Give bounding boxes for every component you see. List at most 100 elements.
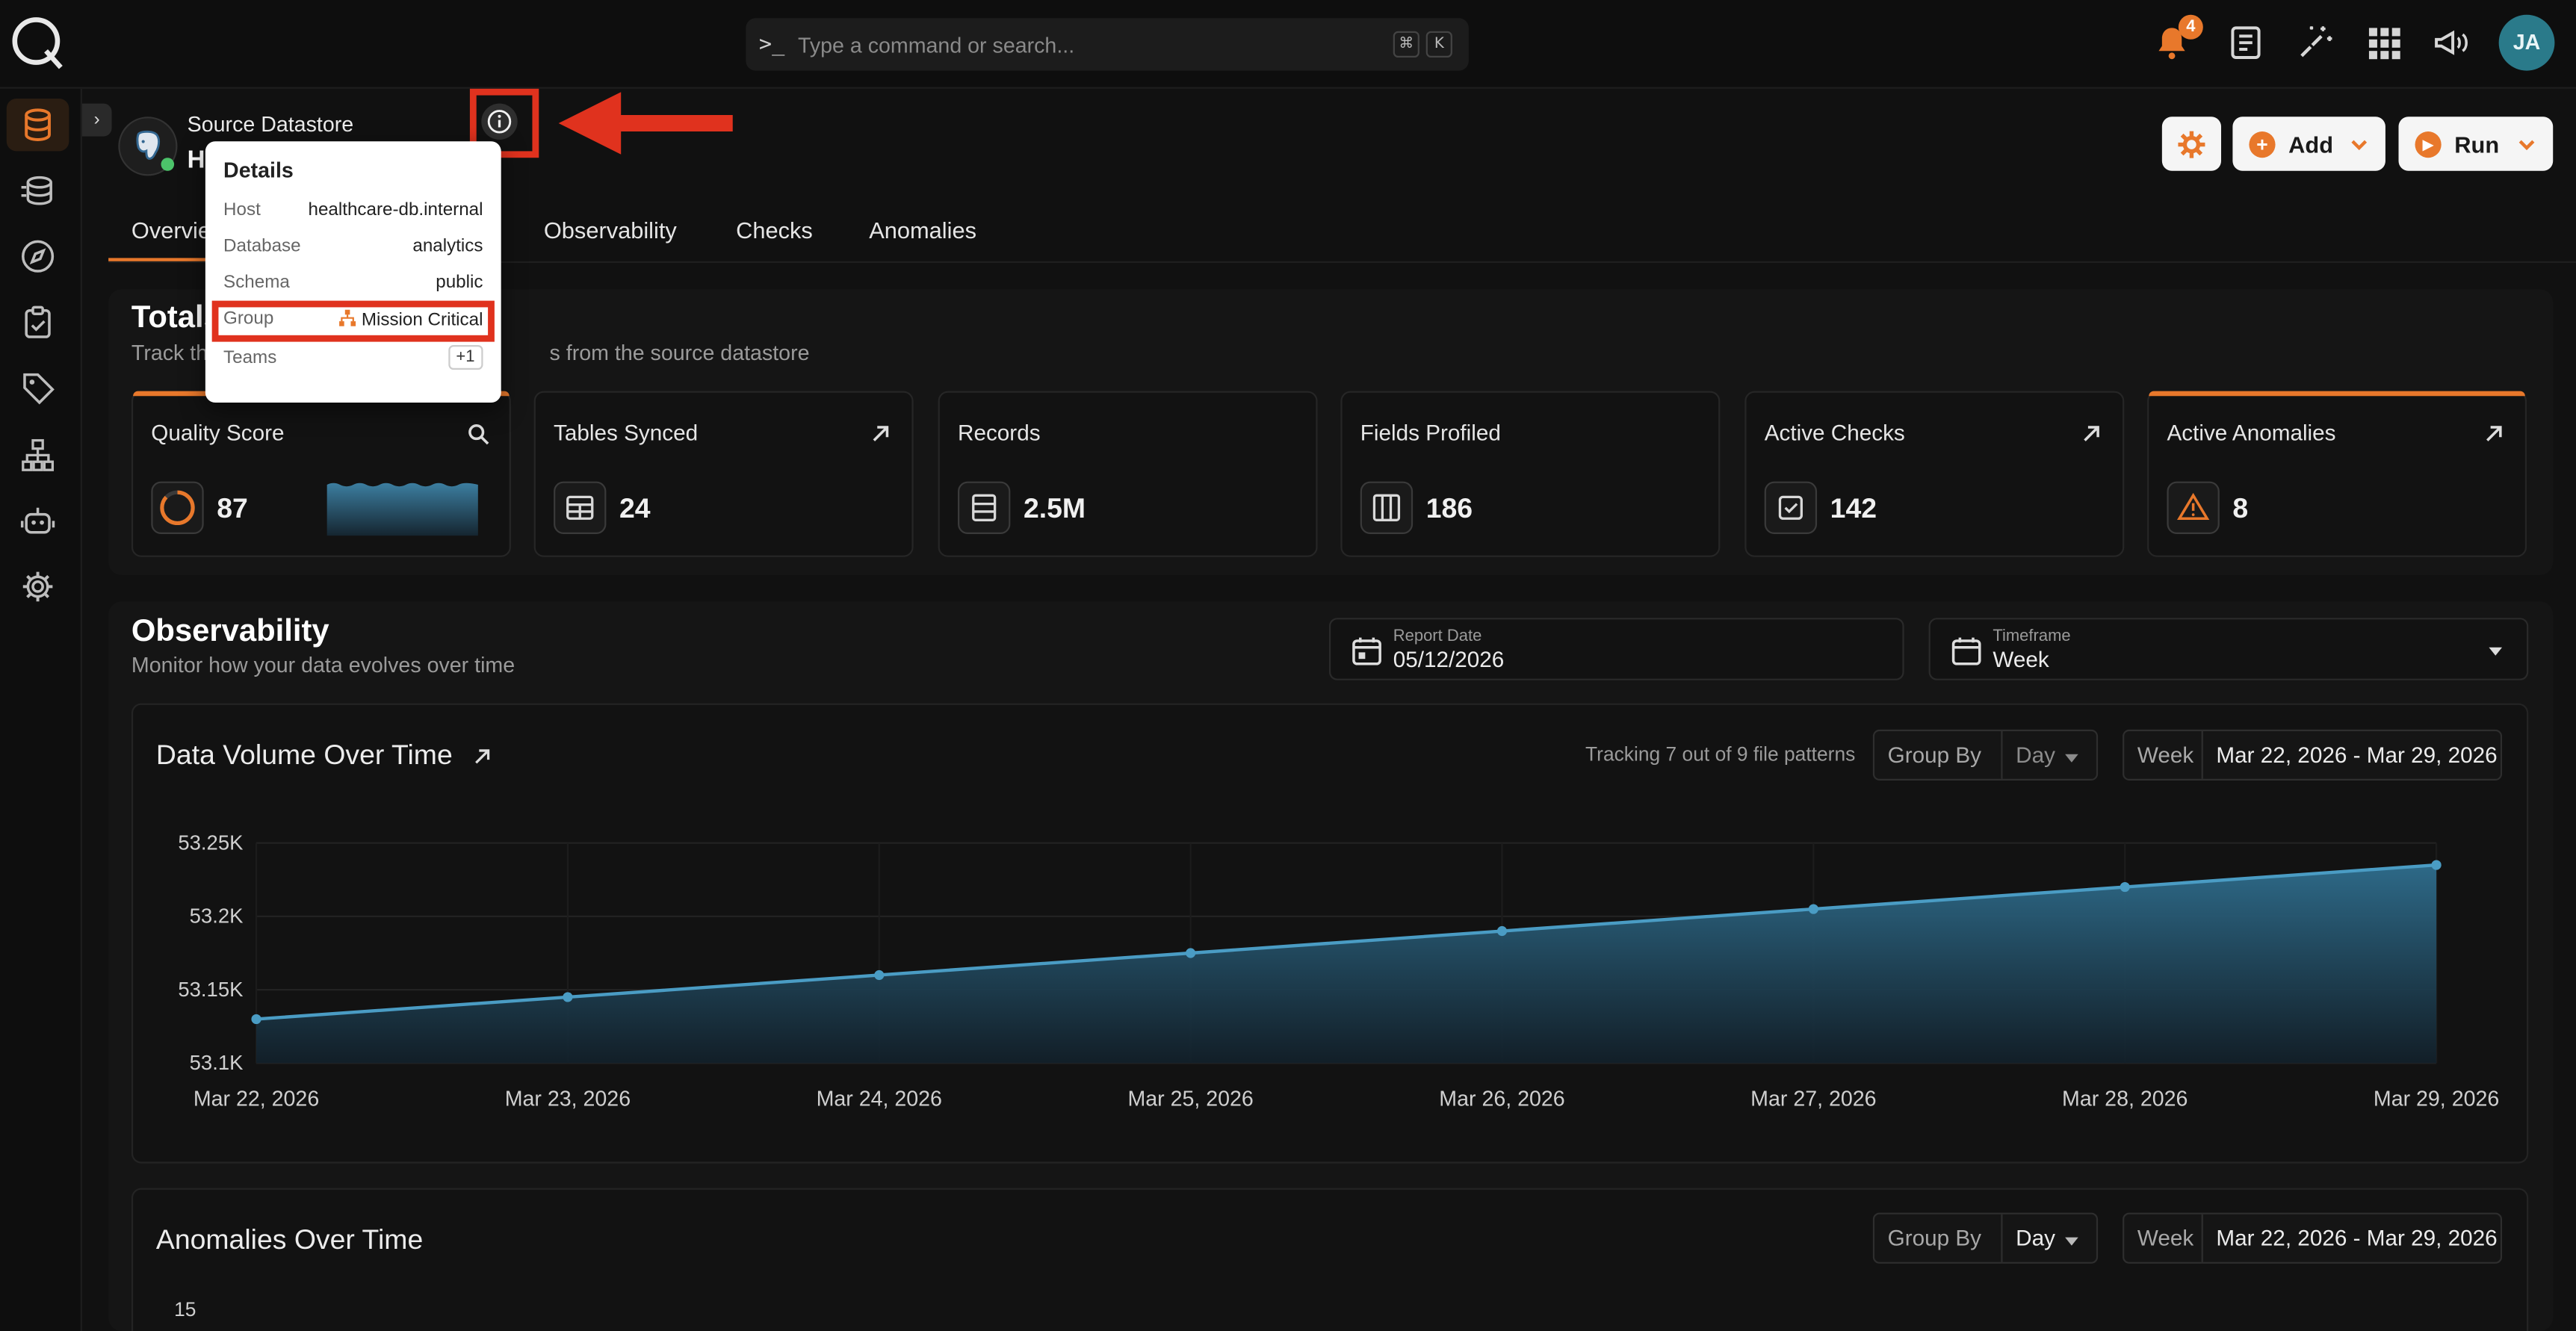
anomalies-group-by-select[interactable]: Group By Day: [1872, 1212, 2099, 1264]
details-key: Host: [223, 200, 261, 220]
chart-data-point[interactable]: [1808, 904, 1818, 914]
chart-data-point[interactable]: [1186, 948, 1196, 958]
chart-x-axis: Mar 22, 2026 Mar 23, 2026 Mar 24, 2026 Mar …: [193, 1088, 2499, 1111]
chart-data-point[interactable]: [563, 992, 573, 1002]
check-square-icon: [1764, 481, 1818, 534]
add-button[interactable]: + Add: [2232, 117, 2385, 171]
chart-data-point[interactable]: [251, 1014, 261, 1025]
kbd-k: K: [1425, 31, 1452, 58]
anomalies-week-range-picker[interactable]: Week Mar 22, 2026 - Mar 29, 2026: [2123, 1212, 2503, 1264]
arrow-up-right-icon[interactable]: [2080, 422, 2103, 445]
chart-x-tick-label: Mar 26, 2026: [1439, 1088, 1564, 1111]
timeframe-value: Week: [1993, 647, 2049, 672]
card-value: 142: [1830, 493, 1877, 524]
arrow-up-right-icon[interactable]: [869, 422, 892, 445]
week-range-value: Mar 22, 2026 - Mar 29, 2026: [2201, 731, 2498, 779]
card-active-checks[interactable]: Active Checks 142: [1744, 391, 2125, 557]
chart-data-point[interactable]: [1496, 925, 1508, 937]
card-accent-line: [2149, 391, 2525, 397]
card-active-anomalies[interactable]: Active Anomalies 8: [2147, 391, 2527, 557]
records-icon: [958, 481, 1011, 534]
tab-observability[interactable]: Observability: [544, 217, 677, 243]
week-label: Week: [2137, 742, 2194, 768]
database-icon[interactable]: [19, 107, 55, 143]
card-value: 24: [619, 493, 651, 524]
chart-x-tick-label: Mar 25, 2026: [1127, 1088, 1253, 1111]
hierarchy-icon[interactable]: [19, 437, 55, 473]
report-date-field[interactable]: Report Date 05/12/2026: [1328, 618, 1904, 680]
tracking-text: Tracking 7 out of 9 file patterns: [1585, 742, 1856, 766]
week-range-value: Mar 22, 2026 - Mar 29, 2026: [2201, 1214, 2498, 1262]
arrow-up-right-icon[interactable]: [471, 746, 493, 768]
tab-anomalies[interactable]: Anomalies: [869, 217, 976, 243]
tag-icon[interactable]: [19, 370, 55, 406]
chart-y-tick-label: 53.2K: [190, 905, 244, 928]
magic-wand-icon[interactable]: [2295, 23, 2335, 63]
card-title: Records: [958, 421, 1041, 446]
apps-grid-icon[interactable]: [2364, 23, 2403, 63]
chart-x-tick-label: Mar 29, 2026: [2374, 1088, 2499, 1111]
teams-count-pill[interactable]: +1: [448, 345, 483, 370]
chart-y-tick-label: 53.15K: [178, 978, 244, 1001]
details-key: Schema: [223, 273, 290, 293]
robot-icon[interactable]: [19, 503, 55, 539]
stacked-database-icon[interactable]: [19, 173, 55, 208]
card-value: 8: [2232, 493, 2249, 524]
document-icon[interactable]: [2226, 23, 2266, 63]
group-by-label: Group By: [1887, 1226, 1982, 1251]
chevron-down-icon: [2351, 139, 2368, 150]
details-value: public: [436, 273, 483, 293]
warning-triangle-icon: [2167, 481, 2220, 534]
megaphone-icon[interactable]: [2431, 23, 2471, 63]
settings-gear-icon[interactable]: [19, 568, 55, 604]
week-range-picker[interactable]: Week Mar 22, 2026 - Mar 29, 2026: [2123, 729, 2503, 781]
chart-data-point[interactable]: [2431, 860, 2442, 870]
status-online-dot: [161, 158, 175, 171]
sidebar: [0, 88, 82, 1331]
details-row-host: Host healthcare-db.internal: [223, 197, 483, 227]
card-value: 186: [1425, 493, 1473, 524]
tab-checks[interactable]: Checks: [736, 217, 813, 243]
card-tables-synced[interactable]: Tables Synced 24: [533, 391, 914, 557]
notification-badge: 4: [2178, 14, 2203, 40]
search-icon[interactable]: [467, 422, 490, 445]
observability-title: Observability: [131, 614, 329, 649]
datastore-name: H: [187, 146, 205, 175]
sidebar-expand-chevron-icon[interactable]: ›: [81, 103, 112, 137]
report-date-label: Report Date: [1393, 627, 1482, 646]
anomalies-over-time-title: Anomalies Over Time: [155, 1224, 424, 1256]
calendar-icon: [1951, 637, 1981, 666]
data-volume-title: Data Volume Over Time: [155, 739, 453, 771]
command-search-input[interactable]: >_ Type a command or search... ⌘ K: [746, 18, 1469, 71]
table-icon: [554, 481, 607, 534]
chart-data-point[interactable]: [874, 969, 885, 981]
run-button-label: Run: [2454, 130, 2500, 158]
chart-data-point[interactable]: [2120, 881, 2130, 893]
group-by-select[interactable]: Group By Day: [1872, 729, 2099, 781]
play-icon: ▶: [2415, 130, 2442, 158]
details-key: Teams: [223, 348, 277, 368]
caret-down-icon: [2065, 1237, 2078, 1246]
card-value: 87: [217, 493, 248, 524]
plus-icon: +: [2249, 130, 2276, 158]
qualytics-logo-icon[interactable]: [10, 15, 66, 71]
compass-icon[interactable]: [19, 238, 55, 274]
chart-x-tick-label: Mar 24, 2026: [817, 1088, 942, 1111]
chart-y-axis: 53.1K 53.15K 53.2K 53.25K: [178, 831, 244, 1074]
timeframe-select[interactable]: Timeframe Week: [1928, 618, 2529, 680]
user-avatar[interactable]: JA: [2498, 14, 2555, 71]
details-row-schema: Schema public: [223, 270, 483, 300]
group-by-label: Group By: [1887, 742, 1982, 768]
group-by-value: Day: [2001, 731, 2055, 779]
details-row-database: Database analytics: [223, 233, 483, 263]
kbd-cmd: ⌘: [1393, 31, 1419, 58]
clipboard-check-icon[interactable]: [19, 304, 55, 340]
datastore-settings-button[interactable]: [2161, 117, 2222, 171]
columns-icon: [1360, 481, 1414, 534]
run-button[interactable]: ▶ Run: [2398, 117, 2554, 171]
card-quality-score[interactable]: Quality Score 87: [131, 391, 511, 557]
calendar-icon: [1352, 637, 1381, 666]
card-fields-profiled: Fields Profiled 186: [1340, 391, 1721, 557]
chart-x-tick-label: Mar 22, 2026: [193, 1088, 319, 1111]
arrow-up-right-icon[interactable]: [2483, 422, 2506, 445]
